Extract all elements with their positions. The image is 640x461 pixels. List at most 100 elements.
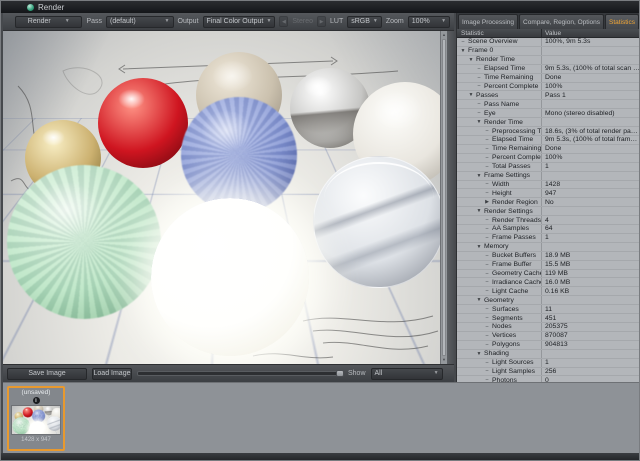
pass-label: Pass bbox=[86, 18, 102, 25]
stat-row[interactable]: –Width1428 bbox=[457, 181, 639, 190]
load-image-button[interactable]: Load Image bbox=[92, 368, 132, 380]
leaf-dash-icon: – bbox=[484, 155, 490, 161]
tree-toggle-icon[interactable]: ▼ bbox=[476, 173, 482, 179]
stat-row[interactable]: ▼Render Time bbox=[457, 118, 639, 127]
stat-row[interactable]: –Preprocessing Time18.6s, (3% of total r… bbox=[457, 127, 639, 136]
stat-row[interactable]: –Surfaces11 bbox=[457, 305, 639, 314]
stereo-next-button[interactable]: ▶ bbox=[317, 16, 326, 27]
stat-row[interactable]: –Light Samples256 bbox=[457, 368, 639, 377]
stat-row[interactable]: ▼Frame 0 bbox=[457, 47, 639, 56]
stat-row[interactable]: ▼Geometry bbox=[457, 296, 639, 305]
stat-row[interactable]: –Percent Complete100% bbox=[457, 154, 639, 163]
stat-row[interactable]: –EyeMono (stereo disabled) bbox=[457, 109, 639, 118]
stat-row[interactable]: –Elapsed Time9m 5.3s, (100% of total sca… bbox=[457, 65, 639, 74]
panel-splitter[interactable] bbox=[447, 31, 456, 364]
leaf-dash-icon: – bbox=[484, 360, 490, 366]
stat-row[interactable]: ▼Render Settings bbox=[457, 207, 639, 216]
pass-dropdown[interactable]: (default) ▼ bbox=[106, 16, 173, 28]
stat-row[interactable]: –Light Sources1 bbox=[457, 359, 639, 368]
stat-row[interactable]: –Polygons904813 bbox=[457, 341, 639, 350]
panel-tabs: Image Processing Compare, Region, Option… bbox=[457, 13, 639, 29]
stat-row[interactable]: –Light Cache0.16 KB bbox=[457, 287, 639, 296]
stat-row[interactable]: –Render Threads4 bbox=[457, 216, 639, 225]
stat-row[interactable]: –Elapsed Time9m 5.3s, (100% of total fra… bbox=[457, 136, 639, 145]
stat-name: Total Passes bbox=[492, 163, 531, 170]
tree-toggle-icon[interactable]: ▼ bbox=[468, 57, 474, 63]
stat-row[interactable]: ▼Render Time bbox=[457, 56, 639, 65]
leaf-dash-icon: – bbox=[476, 75, 482, 81]
chevron-down-icon: ▼ bbox=[266, 19, 271, 24]
stat-value: 15.5 MB bbox=[541, 261, 639, 269]
stat-row[interactable]: –Time RemainingDone bbox=[457, 74, 639, 83]
leaf-dash-icon: – bbox=[476, 83, 482, 89]
stat-row[interactable]: –Frame Buffer15.5 MB bbox=[457, 261, 639, 270]
stat-row[interactable]: –Total Passes1 bbox=[457, 163, 639, 172]
stat-name: Pass Name bbox=[484, 101, 519, 108]
tab-statistics[interactable]: Statistics bbox=[605, 14, 639, 29]
leaf-dash-icon: – bbox=[484, 146, 490, 152]
leaf-dash-icon: – bbox=[484, 306, 490, 312]
zoom-dropdown[interactable]: 100% ▼ bbox=[408, 16, 450, 28]
stat-name: Elapsed Time bbox=[484, 65, 525, 72]
stat-row[interactable]: –Frame Passes1 bbox=[457, 234, 639, 243]
stat-row[interactable]: –Time RemainingDone bbox=[457, 145, 639, 154]
tree-toggle-icon[interactable]: ▼ bbox=[476, 297, 482, 303]
stat-name: Elapsed Time bbox=[492, 136, 533, 143]
stat-row[interactable]: –Scene Overview100%, 9m 5.3s bbox=[457, 38, 639, 47]
stat-name: Render Time bbox=[484, 119, 523, 126]
scrollbar-thumb[interactable] bbox=[442, 39, 446, 356]
stat-row[interactable]: ▼Shading bbox=[457, 350, 639, 359]
tab-image-processing[interactable]: Image Processing bbox=[458, 14, 518, 29]
stat-row[interactable]: ▶Render RegionNo bbox=[457, 198, 639, 207]
stat-value bbox=[541, 172, 639, 180]
leaf-dash-icon: – bbox=[484, 253, 490, 259]
stat-row[interactable]: –Vertices870087 bbox=[457, 332, 639, 341]
stat-row[interactable]: –Pass Name bbox=[457, 100, 639, 109]
stat-row[interactable]: ▼Memory bbox=[457, 243, 639, 252]
stat-row[interactable]: –Geometry Cache119 MB bbox=[457, 270, 639, 279]
stat-row[interactable]: –Height947 bbox=[457, 189, 639, 198]
glass-sphere bbox=[313, 156, 445, 288]
lut-dropdown[interactable]: sRGB ▼ bbox=[347, 16, 382, 28]
image-scrollbar-thumb[interactable] bbox=[336, 370, 344, 377]
stat-name: Surfaces bbox=[492, 306, 519, 313]
stat-row[interactable]: –Segments451 bbox=[457, 314, 639, 323]
stat-row[interactable]: –Irradiance Cache16.0 MB bbox=[457, 278, 639, 287]
show-dropdown[interactable]: All ▼ bbox=[371, 368, 443, 380]
thumbnail-size: 1428 x 947 bbox=[21, 437, 51, 443]
render-button[interactable]: Render ▼ bbox=[15, 16, 82, 28]
stat-value: 100%, 9m 5.3s bbox=[541, 38, 639, 46]
stat-name: Frame Passes bbox=[492, 234, 536, 241]
vertical-scrollbar[interactable]: ▲ ▼ bbox=[440, 31, 447, 364]
tree-toggle-icon[interactable]: ▶ bbox=[484, 199, 490, 205]
stat-name: Segments bbox=[492, 315, 523, 322]
stat-row[interactable]: ▼Frame Settings bbox=[457, 172, 639, 181]
save-image-button[interactable]: Save Image bbox=[7, 368, 87, 380]
info-icon[interactable]: i bbox=[33, 397, 40, 404]
load-image-label: Load Image bbox=[94, 370, 131, 377]
stat-value bbox=[541, 350, 639, 358]
stereo-prev-button[interactable]: ◀ bbox=[279, 16, 288, 27]
tree-toggle-icon[interactable]: ▼ bbox=[460, 48, 466, 54]
tree-toggle-icon[interactable]: ▼ bbox=[476, 351, 482, 357]
render-thumbnail[interactable]: (unsaved) i 1428 x 947 bbox=[7, 386, 65, 451]
stat-row[interactable]: –Percent Complete100% bbox=[457, 83, 639, 92]
tree-toggle-icon[interactable]: ▼ bbox=[476, 244, 482, 250]
tree-toggle-icon[interactable]: ▼ bbox=[476, 208, 482, 214]
leaf-dash-icon: – bbox=[484, 288, 490, 294]
stat-row[interactable]: –Nodes205375 bbox=[457, 323, 639, 332]
image-scrollbar[interactable] bbox=[137, 371, 343, 376]
titlebar: Render bbox=[1, 1, 639, 13]
tree-toggle-icon[interactable]: ▼ bbox=[476, 119, 482, 125]
tab-compare-region-options[interactable]: Compare, Region, Options bbox=[519, 14, 604, 29]
stat-row[interactable]: –Bucket Buffers18.9 MB bbox=[457, 252, 639, 261]
leaf-dash-icon: – bbox=[484, 217, 490, 223]
tree-toggle-icon[interactable]: ▼ bbox=[468, 92, 474, 98]
output-dropdown[interactable]: Final Color Output ▼ bbox=[203, 16, 276, 28]
zoom-value: 100% bbox=[412, 18, 430, 25]
render-view[interactable]: ▲ ▼ bbox=[3, 31, 447, 364]
stat-row[interactable]: –AA Samples64 bbox=[457, 225, 639, 234]
stat-value: 1428 bbox=[541, 181, 639, 189]
stat-row[interactable]: ▼PassesPass 1 bbox=[457, 91, 639, 100]
leaf-dash-icon: – bbox=[484, 342, 490, 348]
